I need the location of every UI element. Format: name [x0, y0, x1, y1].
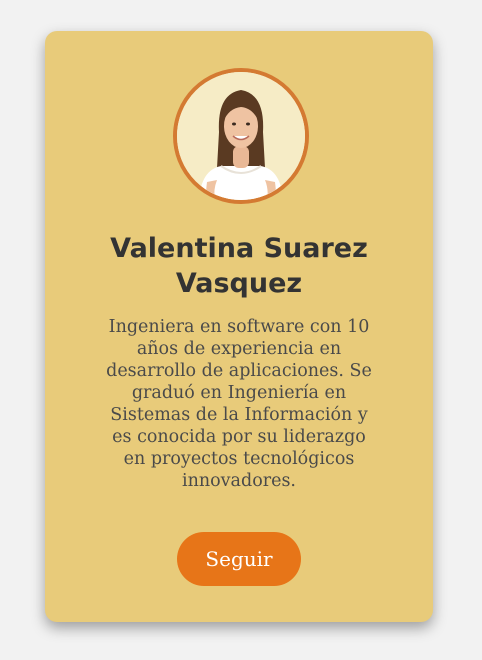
profile-name: Valentina Suarez Vasquez — [110, 233, 368, 299]
profile-avatar — [173, 68, 309, 204]
follow-button[interactable]: Seguir — [177, 532, 301, 586]
profile-card: Valentina Suarez Vasquez Ingeniera en so… — [45, 31, 433, 622]
person-photo-icon — [177, 72, 305, 200]
profile-bio: Ingeniera en software con 10 años de exp… — [106, 317, 372, 491]
